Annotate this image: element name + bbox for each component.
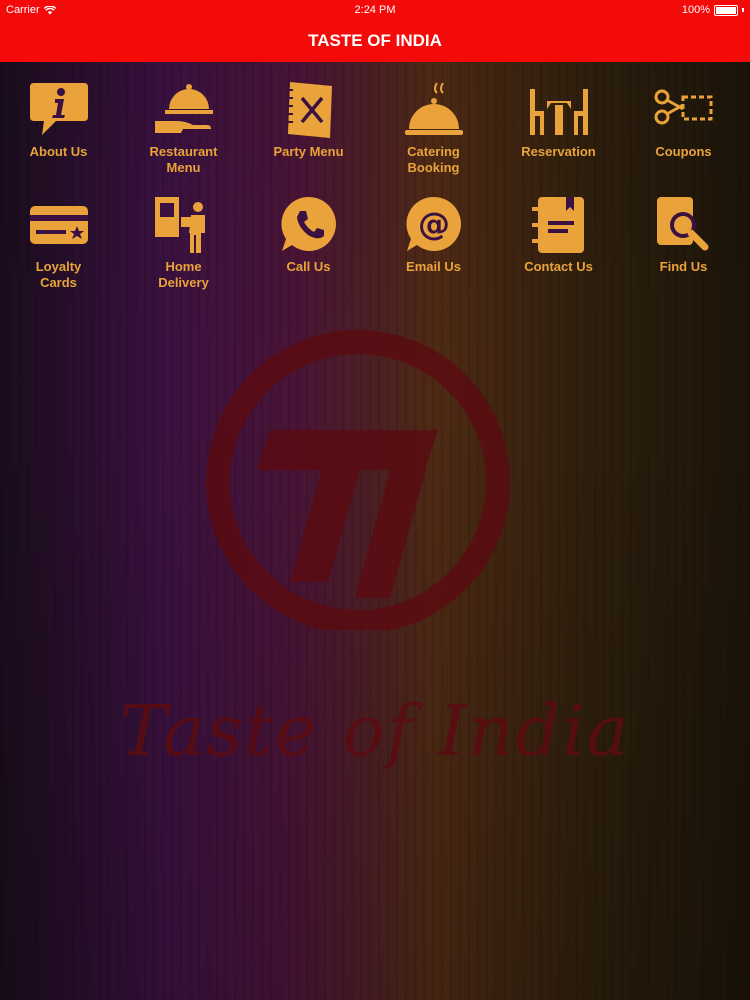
table-chairs-icon — [527, 78, 591, 142]
menu-item-loyalty-cards[interactable]: Loyalty Cards — [0, 193, 121, 308]
menu-item-catering-booking[interactable]: Catering Booking — [371, 78, 496, 193]
menu-item-label: Party Menu — [273, 144, 344, 159]
menu-item-label: Home Delivery — [158, 259, 209, 290]
logo-wordmark: Taste of India — [119, 690, 631, 772]
menu-book-icon — [277, 78, 341, 142]
taste-of-india-logo — [206, 330, 510, 630]
battery-tip — [742, 8, 744, 12]
magnifier-map-icon — [652, 193, 716, 257]
page-title: TASTE OF INDIA — [308, 31, 442, 50]
menu-item-label: Call Us — [286, 259, 331, 274]
menu-item-label: Coupons — [655, 144, 712, 159]
menu-item-home-delivery[interactable]: Home Delivery — [121, 193, 246, 308]
cloche-hand-icon — [152, 78, 216, 142]
delivery-person-icon — [152, 193, 216, 257]
status-time: 2:24 PM — [354, 4, 396, 16]
menu-item-find-us[interactable]: Find Us — [621, 193, 746, 308]
menu-item-about-us[interactable]: About Us — [0, 78, 121, 193]
battery-icon — [714, 4, 738, 16]
menu-item-reservation[interactable]: Reservation — [496, 78, 621, 193]
menu-item-label: Reservation — [521, 144, 596, 159]
menu-item-email-us[interactable]: @ Email Us — [371, 193, 496, 308]
menu-item-label: Loyalty Cards — [35, 259, 82, 290]
phone-bubble-icon — [277, 193, 341, 257]
svg-text:@: @ — [418, 205, 450, 243]
menu-item-label: Email Us — [406, 259, 461, 274]
scissors-coupon-icon — [652, 78, 716, 142]
contact-book-icon — [527, 193, 591, 257]
status-bar: Carrier 2:24 PM 100% — [0, 0, 750, 20]
loyalty-card-icon — [27, 193, 91, 257]
battery-indicator: 100% — [682, 4, 744, 16]
menu-item-label: Restaurant Menu — [149, 144, 218, 175]
catering-cloche-icon — [402, 78, 466, 142]
menu-item-label: Catering Booking — [407, 144, 460, 175]
menu-item-party-menu[interactable]: Party Menu — [246, 78, 371, 193]
menu-item-restaurant-menu[interactable]: Restaurant Menu — [121, 78, 246, 193]
battery-percent: 100% — [681, 4, 710, 16]
app-header: TASTE OF INDIA — [0, 20, 750, 62]
main-menu-grid: About Us Restaurant Menu Party Menu Cate… — [0, 78, 750, 308]
info-bubble-icon — [27, 78, 91, 142]
menu-item-label: Find Us — [659, 259, 708, 274]
menu-item-coupons[interactable]: Coupons — [621, 78, 746, 193]
menu-item-label: Contact Us — [524, 259, 593, 274]
at-bubble-icon: @ — [402, 193, 466, 257]
menu-item-label: About Us — [29, 144, 88, 159]
menu-item-contact-us[interactable]: Contact Us — [496, 193, 621, 308]
menu-item-call-us[interactable]: Call Us — [246, 193, 371, 308]
